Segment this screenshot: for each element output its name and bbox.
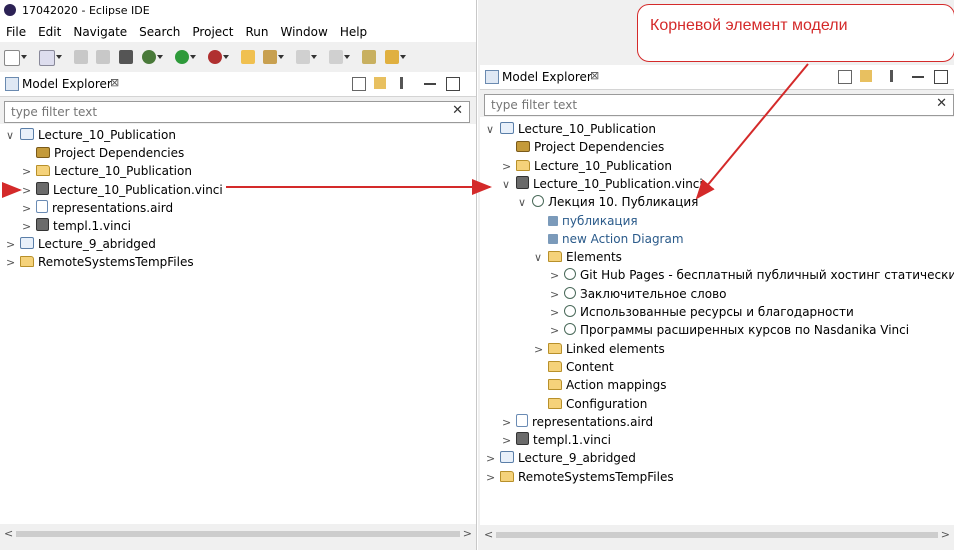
arrow-callout-to-root [695, 63, 809, 200]
annotation-arrows [2, 63, 809, 200]
